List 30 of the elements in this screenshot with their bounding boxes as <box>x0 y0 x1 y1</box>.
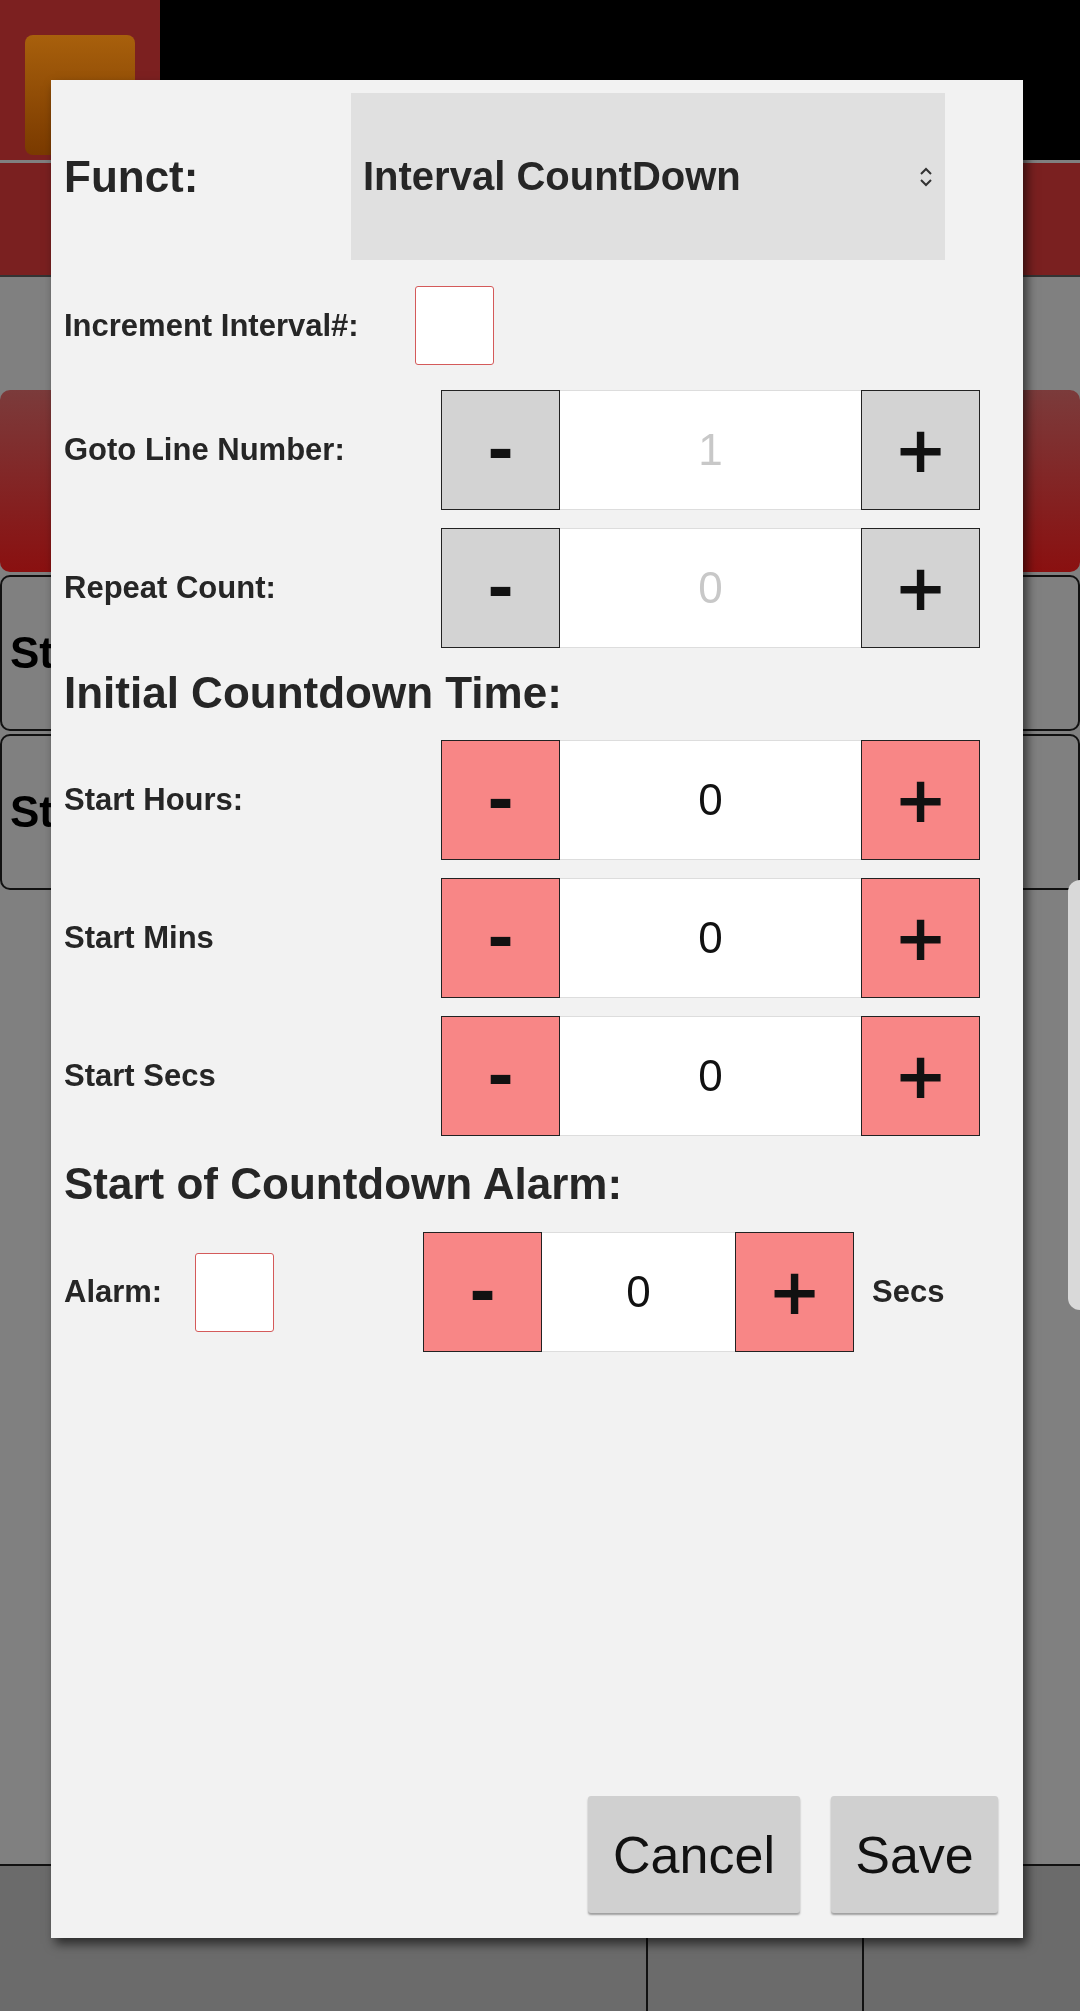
field-label: Funct: <box>64 151 200 202</box>
decrement-button[interactable]: - <box>441 740 560 860</box>
field-label: Start Secs <box>64 1058 217 1094</box>
field-label: Repeat Count: <box>64 570 277 606</box>
increment-button[interactable]: + <box>861 1016 980 1136</box>
field-label: Start Hours: <box>64 782 245 818</box>
field-label: Start Mins <box>64 920 215 956</box>
field-label: Goto Line Number: <box>64 432 346 468</box>
checkbox[interactable] <box>195 1252 274 1332</box>
function-dropdown[interactable]: Interval CountDown <box>351 93 945 260</box>
increment-button[interactable]: + <box>861 740 980 860</box>
number-field[interactable]: 0 <box>560 1016 861 1136</box>
decrement-button[interactable]: - <box>441 878 560 998</box>
checkbox[interactable] <box>415 286 494 365</box>
increment-button[interactable]: + <box>861 878 980 998</box>
field-label: Increment Interval#: <box>64 307 360 344</box>
save-button[interactable]: Save <box>831 1796 998 1913</box>
increment-button[interactable]: + <box>735 1232 854 1352</box>
section-heading: Start of Countdown Alarm: <box>64 1158 624 1210</box>
decrement-button[interactable]: - <box>441 1016 560 1136</box>
side-panel-handle[interactable] <box>1068 880 1080 1310</box>
field-label: Alarm: <box>64 1274 164 1310</box>
number-field[interactable]: 0 <box>560 878 861 998</box>
up-down-arrows-icon <box>919 165 933 188</box>
unit-label: Secs <box>872 1274 945 1310</box>
section-heading: Initial Countdown Time: <box>64 667 563 719</box>
cancel-button[interactable]: Cancel <box>588 1796 800 1913</box>
decrement-button[interactable]: - <box>423 1232 542 1352</box>
number-field[interactable]: 0 <box>542 1232 735 1352</box>
number-field[interactable]: 0 <box>560 740 861 860</box>
